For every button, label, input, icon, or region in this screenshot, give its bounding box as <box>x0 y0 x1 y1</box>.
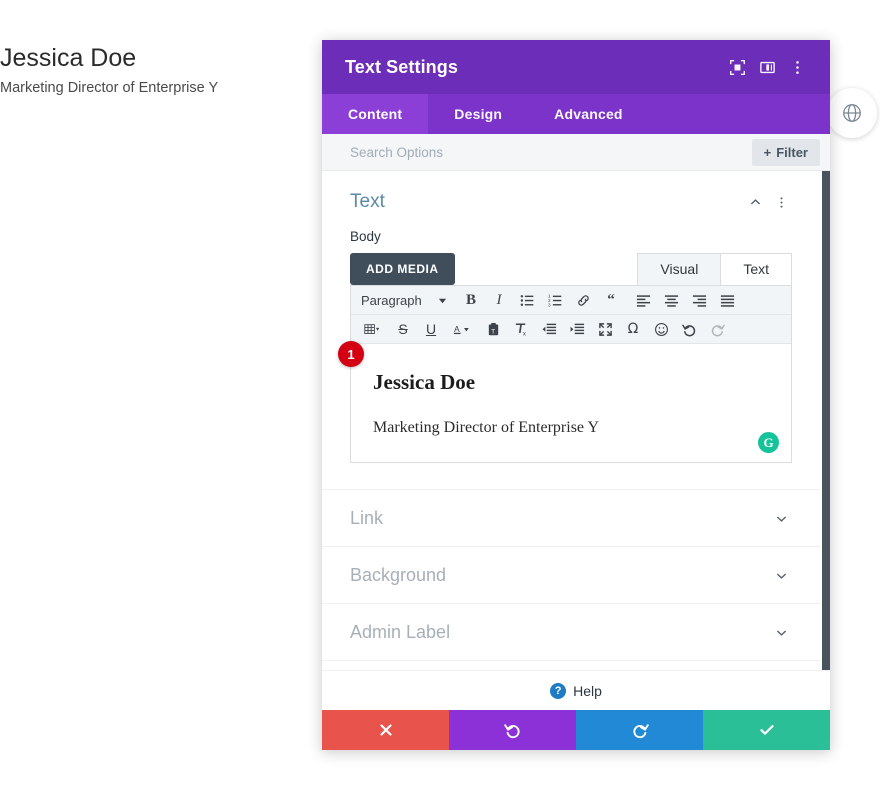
redo-icon[interactable] <box>703 317 731 341</box>
editor-topbar: ADD MEDIA Visual Text <box>350 253 792 285</box>
tab-design[interactable]: Design <box>428 94 528 134</box>
section-more-vertical-icon[interactable] <box>768 189 794 215</box>
help-bar[interactable]: ? Help <box>322 670 830 710</box>
search-input[interactable] <box>348 143 752 161</box>
paragraph-format-select[interactable]: Paragraph <box>355 288 453 312</box>
section-admin-label[interactable]: Admin Label <box>322 603 820 660</box>
link-icon[interactable] <box>569 288 597 312</box>
numbered-list-icon[interactable]: 1 2 3 <box>541 288 569 312</box>
chevron-down-icon[interactable] <box>768 619 794 645</box>
filter-button[interactable]: + Filter <box>751 138 820 166</box>
globe-icon[interactable] <box>827 88 877 138</box>
body-field-label: Body <box>350 229 381 244</box>
save-button[interactable] <box>703 710 830 750</box>
section-background-title: Background <box>350 564 447 585</box>
section-title-text: Text <box>350 191 385 212</box>
tab-advanced[interactable]: Advanced <box>528 94 649 134</box>
add-media-button[interactable]: ADD MEDIA <box>350 253 455 285</box>
editor-content-heading: Jessica Doe <box>373 370 476 394</box>
underline-icon[interactable]: U <box>417 317 445 341</box>
strikethrough-icon[interactable]: S <box>389 317 417 341</box>
collapsed-sections: Link Background Admin Label <box>322 489 820 670</box>
redo-arrow-icon <box>632 724 649 739</box>
modal-tabs: Content Design Advanced <box>322 94 830 134</box>
svg-text:A: A <box>454 323 460 333</box>
table-icon[interactable] <box>355 317 389 341</box>
editor-content-area[interactable]: Jessica Doe Marketing Director of Enterp… <box>351 344 791 462</box>
action-bar <box>322 710 830 750</box>
help-question-icon: ? <box>550 682 567 699</box>
text-color-icon[interactable]: A <box>445 317 479 341</box>
undo-button[interactable] <box>449 710 576 750</box>
bulleted-list-icon[interactable] <box>513 288 541 312</box>
align-center-icon[interactable] <box>657 288 685 312</box>
section-link-title: Link <box>350 507 384 528</box>
paste-as-text-icon[interactable]: T <box>479 317 507 341</box>
checkmark-icon <box>759 725 774 735</box>
editor-content-paragraph: Marketing Director of Enterprise Y <box>373 419 599 437</box>
modal-title: Text Settings <box>345 56 458 77</box>
editor-toolbar-row-1: Paragraph B I 1 2 3 “ <box>351 286 791 315</box>
chevron-down-icon[interactable] <box>768 562 794 588</box>
undo-arrow-icon <box>503 724 520 739</box>
chevron-up-icon[interactable] <box>742 189 768 215</box>
align-left-icon[interactable] <box>629 288 657 312</box>
blockquote-icon[interactable]: “ <box>597 288 625 312</box>
svg-text:T: T <box>491 328 495 335</box>
text-settings-modal: Text Settings Content Design Advanced Se… <box>322 40 830 750</box>
plus-icon: + <box>763 144 772 160</box>
align-justify-icon[interactable] <box>713 288 741 312</box>
emoji-icon[interactable] <box>647 317 675 341</box>
rich-text-editor: Paragraph B I 1 2 3 “ S U A T x Ω Jessic… <box>350 285 792 463</box>
search-row: + Filter <box>322 134 830 171</box>
page-subtitle: Marketing Director of Enterprise Y <box>0 80 219 96</box>
chevron-down-icon <box>438 298 447 303</box>
outdent-icon[interactable] <box>535 317 563 341</box>
close-x-icon <box>379 724 392 736</box>
help-label: Help <box>573 682 602 699</box>
tab-visual[interactable]: Visual <box>637 253 722 285</box>
svg-text:x: x <box>522 330 525 336</box>
fullscreen-icon[interactable] <box>591 317 619 341</box>
indent-icon[interactable] <box>563 317 591 341</box>
modal-header: Text Settings <box>322 40 830 94</box>
step-annotation-badge: 1 <box>338 341 364 367</box>
filter-button-label: Filter <box>776 144 808 160</box>
bold-icon[interactable]: B <box>457 288 485 312</box>
editor-toolbar-row-2: S U A T x Ω <box>351 315 791 344</box>
page-title: Jessica Doe <box>0 44 137 72</box>
cancel-button[interactable] <box>322 710 449 750</box>
page-content: Jessica Doe Marketing Director of Enterp… <box>0 42 330 98</box>
tab-text[interactable]: Text <box>720 253 792 285</box>
italic-icon[interactable]: I <box>485 288 513 312</box>
paragraph-format-label: Paragraph <box>361 292 422 308</box>
tab-content[interactable]: Content <box>322 94 429 134</box>
focus-target-icon[interactable] <box>722 52 752 82</box>
clear-formatting-icon[interactable]: x <box>507 317 535 341</box>
section-admin-label-title: Admin Label <box>350 621 451 642</box>
modal-body: Text Body ADD MEDIA Visual Text Paragrap… <box>322 171 830 670</box>
undo-icon[interactable] <box>675 317 703 341</box>
section-link[interactable]: Link <box>322 489 820 546</box>
section-header-text: Text <box>322 171 820 229</box>
svg-text:3: 3 <box>548 302 551 307</box>
section-background[interactable]: Background <box>322 546 820 603</box>
redo-button[interactable] <box>576 710 703 750</box>
grammarly-icon[interactable]: G <box>758 432 779 453</box>
chevron-down-icon[interactable] <box>768 505 794 531</box>
more-vertical-icon[interactable] <box>782 52 812 82</box>
editor-mode-tabs: Visual Text <box>637 253 792 285</box>
panel-layout-icon[interactable] <box>752 52 782 82</box>
modal-scroll-area: Text Body ADD MEDIA Visual Text Paragrap… <box>322 171 830 670</box>
body-field: Body ADD MEDIA Visual Text Paragraph B I… <box>322 229 820 463</box>
special-character-icon[interactable]: Ω <box>619 317 647 341</box>
align-right-icon[interactable] <box>685 288 713 312</box>
